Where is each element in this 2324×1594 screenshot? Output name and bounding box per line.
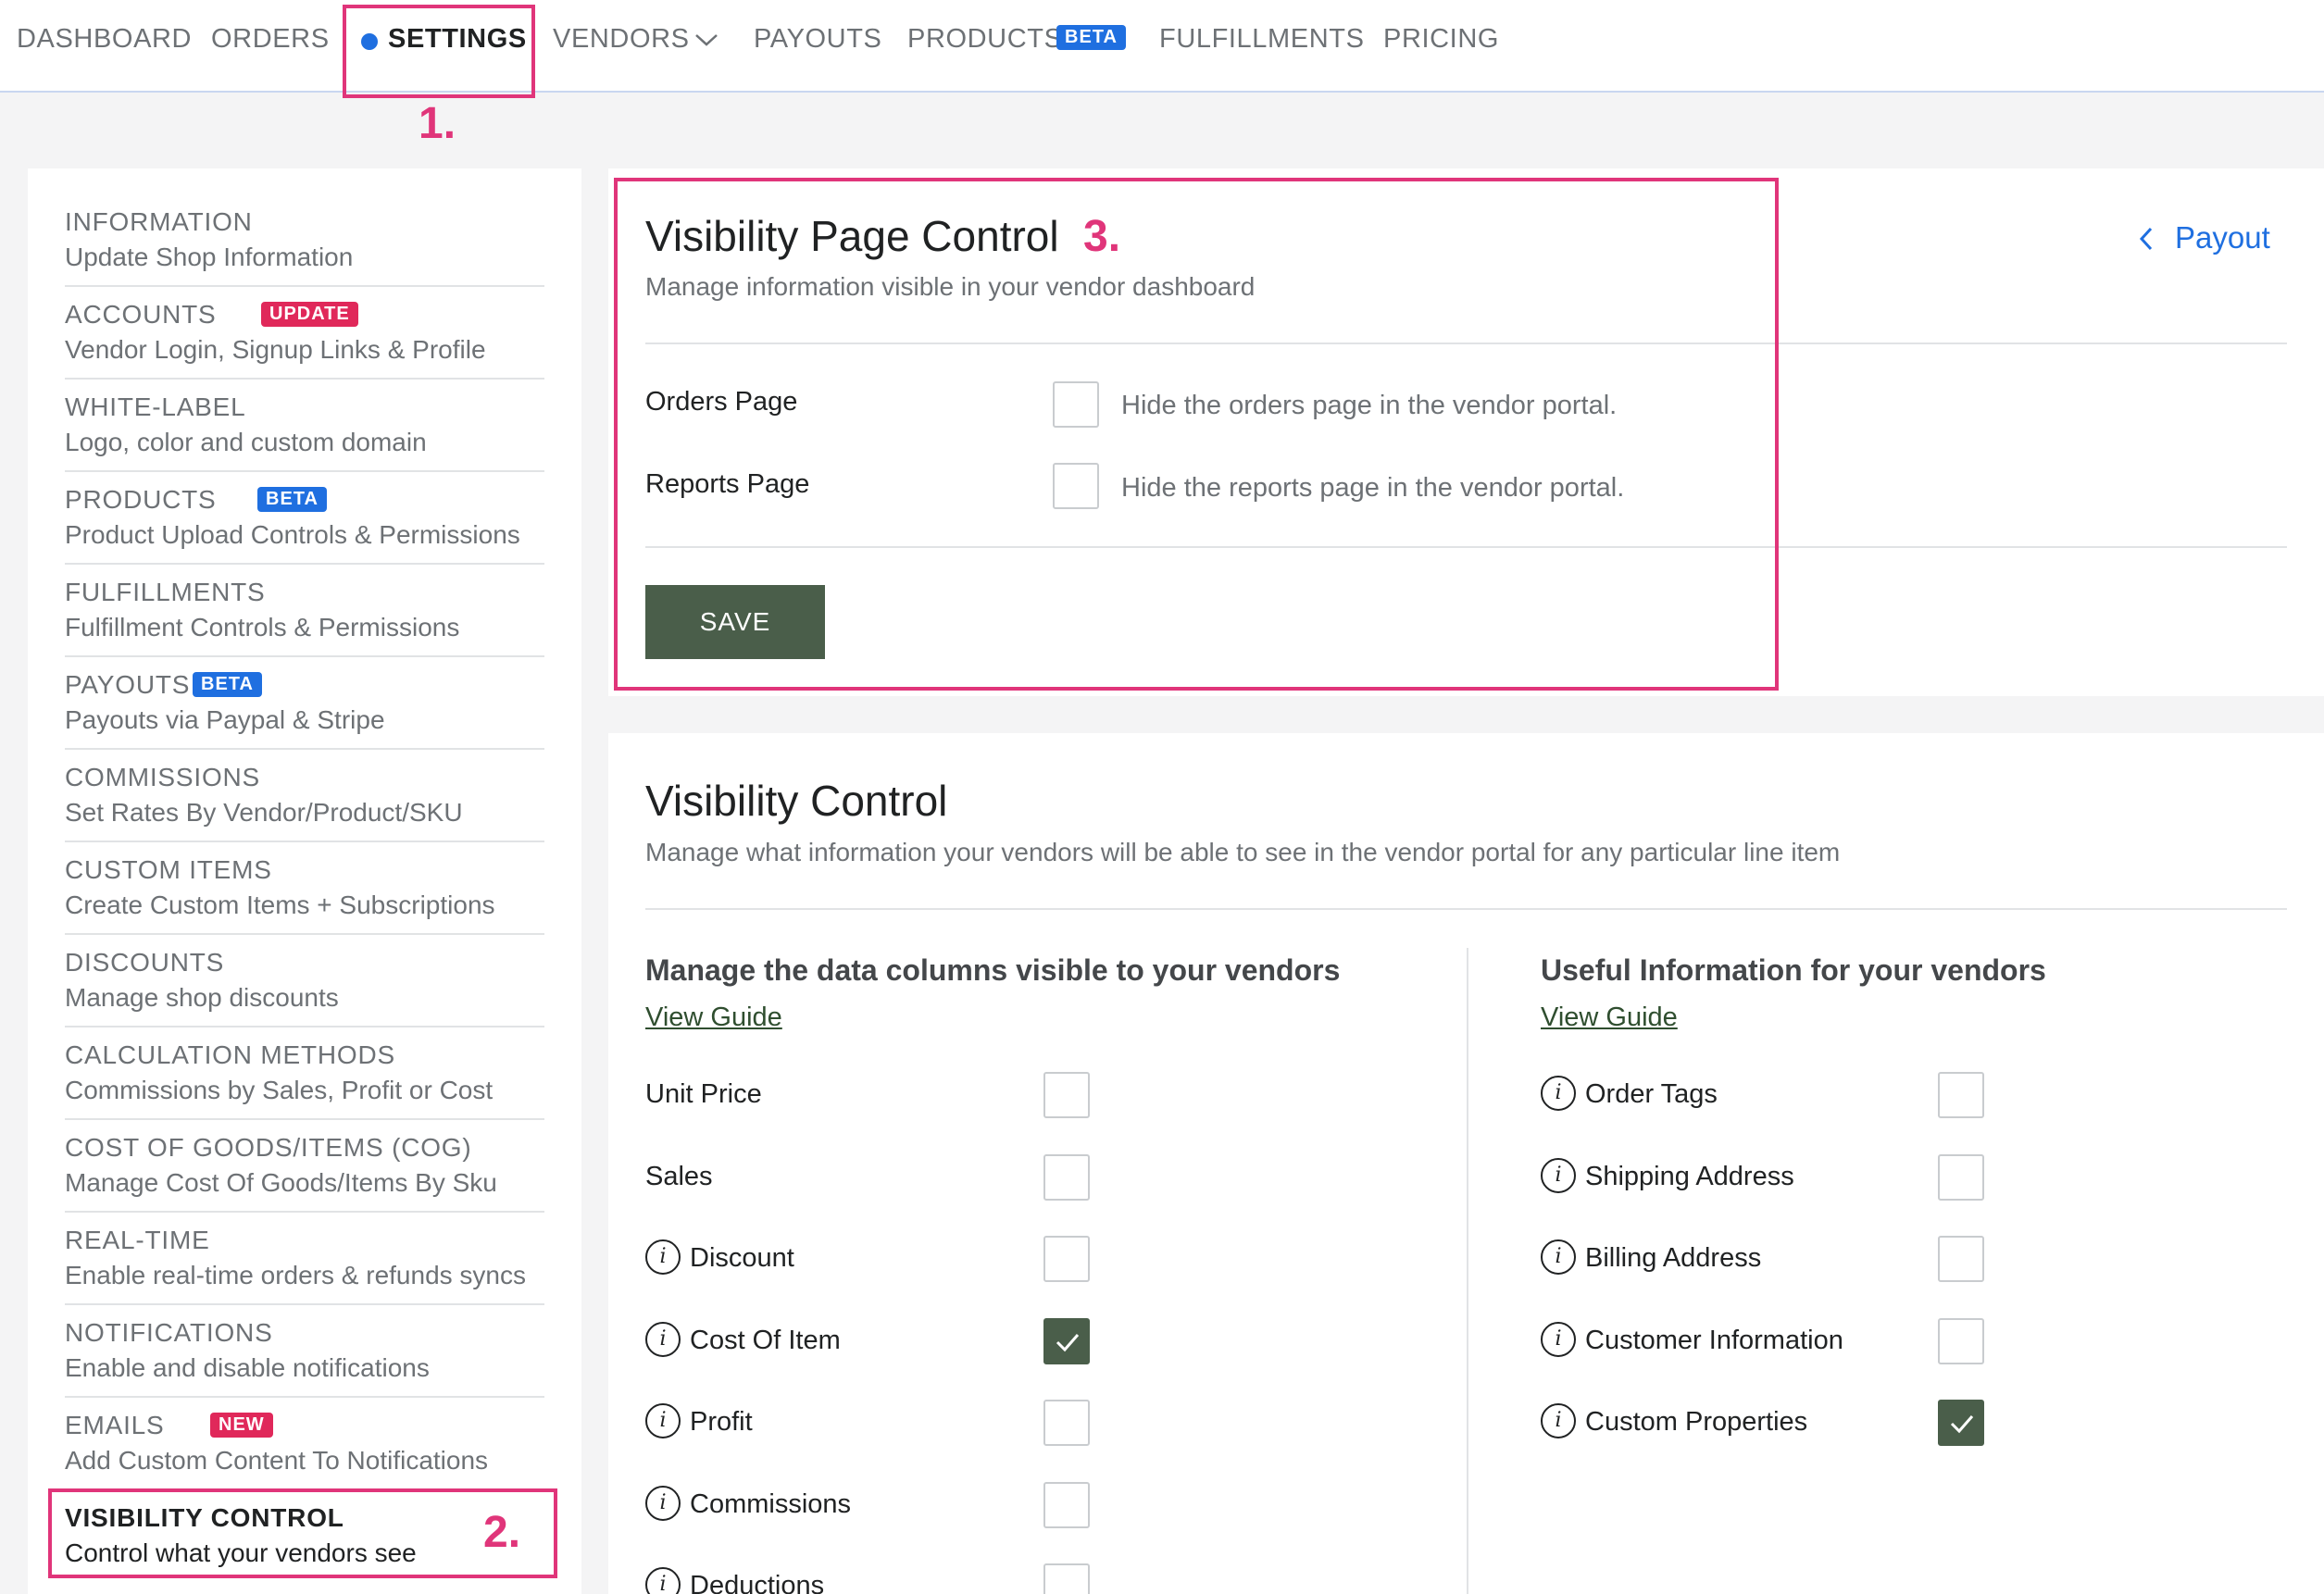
nav-fulfillments[interactable]: FULFILLMENTS (1159, 24, 1365, 55)
sidebar-item-title: NOTIFICATIONS (65, 1318, 273, 1347)
customer-information-checkbox[interactable] (1938, 1317, 1984, 1364)
commissions-label: Commissions (690, 1488, 852, 1519)
nav-products-beta-badge: BETA (1056, 25, 1126, 50)
sidebar-item-real-time[interactable]: REAL-TIME Enable real-time orders & refun… (65, 1187, 544, 1305)
info-icon[interactable]: i (645, 1321, 681, 1357)
info-icon[interactable]: i (645, 1403, 681, 1438)
sidebar-item-notifications[interactable]: NOTIFICATIONS Enable and disable notifica… (65, 1279, 544, 1398)
sidebar-badge-new: NEW (210, 1413, 273, 1438)
sidebar-item-payouts[interactable]: PAYOUTS BETA Payouts via Paypal & Stripe (65, 631, 544, 750)
sidebar-item-title: FULFILLMENTS (65, 578, 266, 606)
annotation-box-2 (48, 1488, 557, 1578)
sidebar-item-products[interactable]: PRODUCTS BETA Product Upload Controls & Pe… (65, 446, 544, 565)
chevron-left-icon[interactable] (2137, 226, 2155, 252)
annotation-box-3 (614, 178, 1779, 691)
customer-information-label: Customer Information (1585, 1325, 1843, 1355)
sidebar-item-discounts[interactable]: DISCOUNTS Manage shop discounts (65, 909, 544, 1027)
chevron-down-icon[interactable] (694, 31, 718, 48)
info-icon[interactable]: i (645, 1239, 681, 1275)
sidebar-item-commissions[interactable]: COMMISSIONS Set Rates By Vendor/Product/S… (65, 724, 544, 842)
profit-label: Profit (690, 1407, 753, 1437)
annotation-number-2: 2. (483, 1508, 521, 1557)
custom-properties-label: Custom Properties (1585, 1407, 1808, 1437)
view-guide-link-left[interactable]: View Guide (645, 1002, 782, 1033)
column-divider (1467, 948, 1468, 1594)
nav-pricing[interactable]: PRICING (1383, 24, 1499, 55)
settings-sidebar: INFORMATION Update Shop Information ACCOUN… (28, 168, 581, 1594)
nav-products[interactable]: PRODUCTS (907, 24, 1063, 55)
sidebar-item-title: WHITE-LABEL (65, 392, 246, 421)
nav-payouts[interactable]: PAYOUTS (754, 24, 881, 55)
info-icon[interactable]: i (1541, 1239, 1576, 1275)
visibility-control-subtitle: Manage what information your vendors wil… (645, 838, 1841, 866)
sidebar-item-fulfillments[interactable]: FULFILLMENTS Fulfillment Controls & Permi… (65, 539, 544, 657)
info-icon[interactable]: i (1541, 1076, 1576, 1111)
annotation-number-1: 1. (419, 99, 456, 148)
sidebar-item-white-label[interactable]: WHITE-LABEL Logo, color and custom domain (65, 354, 544, 472)
shipping-address-checkbox[interactable] (1938, 1153, 1984, 1201)
data-columns-heading: Manage the data columns visible to your … (645, 953, 1341, 987)
discount-checkbox[interactable] (1043, 1236, 1090, 1282)
visibility-control-title: Visibility Control (645, 777, 948, 825)
sidebar-item-information[interactable]: INFORMATION Update Shop Information (65, 168, 544, 287)
cost-of-item-label: Cost Of Item (690, 1325, 841, 1355)
unit-price-checkbox[interactable] (1043, 1072, 1090, 1118)
sidebar-item-title: COST OF GOODS/ITEMS (COG) (65, 1133, 472, 1162)
sales-checkbox[interactable] (1043, 1153, 1090, 1201)
payout-back-link[interactable]: Payout (2175, 220, 2270, 255)
custom-properties-checkbox[interactable] (1938, 1400, 1984, 1446)
deductions-label: Deductions (690, 1571, 825, 1594)
deductions-checkbox[interactable] (1043, 1563, 1090, 1594)
sidebar-item-title: INFORMATION (65, 207, 253, 236)
billing-address-checkbox[interactable] (1938, 1236, 1984, 1282)
sidebar-item-title: EMAILS (65, 1411, 165, 1439)
billing-address-label: Billing Address (1585, 1243, 1762, 1273)
sidebar-item-title: CALCULATION METHODS (65, 1040, 395, 1069)
useful-info-heading: Useful Information for your vendors (1541, 953, 2046, 987)
info-icon[interactable]: i (1541, 1403, 1576, 1438)
divider (645, 908, 2287, 910)
profit-checkbox[interactable] (1043, 1400, 1090, 1446)
sidebar-item-accounts[interactable]: ACCOUNTS UPDATE Vendor Login, Signup Links… (65, 261, 544, 380)
order-tags-checkbox[interactable] (1938, 1072, 1984, 1118)
sidebar-item-title: COMMISSIONS (65, 763, 261, 791)
sidebar-item-title: REAL-TIME (65, 1226, 210, 1254)
sidebar-item-custom-items[interactable]: CUSTOM ITEMS Create Custom Items + Subscr… (65, 816, 544, 935)
nav-orders[interactable]: ORDERS (211, 24, 330, 55)
sales-label: Sales (645, 1161, 713, 1191)
view-guide-link-right[interactable]: View Guide (1541, 1002, 1678, 1033)
cost-of-item-checkbox[interactable] (1043, 1317, 1090, 1364)
info-icon[interactable]: i (645, 1485, 681, 1521)
sidebar-badge-beta: BETA (193, 672, 262, 697)
sidebar-item-title: PAYOUTS (65, 670, 191, 699)
sidebar-item-title: DISCOUNTS (65, 948, 225, 977)
nav-dashboard[interactable]: DASHBOARD (17, 24, 192, 55)
nav-vendors[interactable]: VENDORS (553, 24, 690, 55)
sidebar-item-title: ACCOUNTS (65, 300, 217, 329)
check-icon (1056, 1333, 1080, 1351)
sidebar-badge-update: UPDATE (261, 302, 358, 327)
info-icon[interactable]: i (1541, 1157, 1576, 1193)
sidebar-item-title: CUSTOM ITEMS (65, 855, 272, 884)
info-icon[interactable]: i (1541, 1321, 1576, 1357)
commissions-checkbox[interactable] (1043, 1481, 1090, 1528)
sidebar-item-emails[interactable]: EMAILS NEW Add Custom Content To Notificat… (65, 1372, 544, 1490)
sidebar-item-cost-of-goods-items-cog[interactable]: COST OF GOODS/ITEMS (COG) Manage Cost Of … (65, 1094, 544, 1213)
order-tags-label: Order Tags (1585, 1079, 1718, 1109)
sidebar-item-calculation-methods[interactable]: CALCULATION METHODS Commissions by Sales,… (65, 1002, 544, 1120)
discount-label: Discount (690, 1243, 794, 1273)
check-icon (1950, 1415, 1974, 1434)
unit-price-label: Unit Price (645, 1079, 762, 1109)
annotation-box-1 (343, 5, 535, 98)
sidebar-badge-beta: BETA (257, 487, 327, 512)
sidebar-item-title: PRODUCTS (65, 485, 217, 514)
shipping-address-label: Shipping Address (1585, 1161, 1794, 1191)
